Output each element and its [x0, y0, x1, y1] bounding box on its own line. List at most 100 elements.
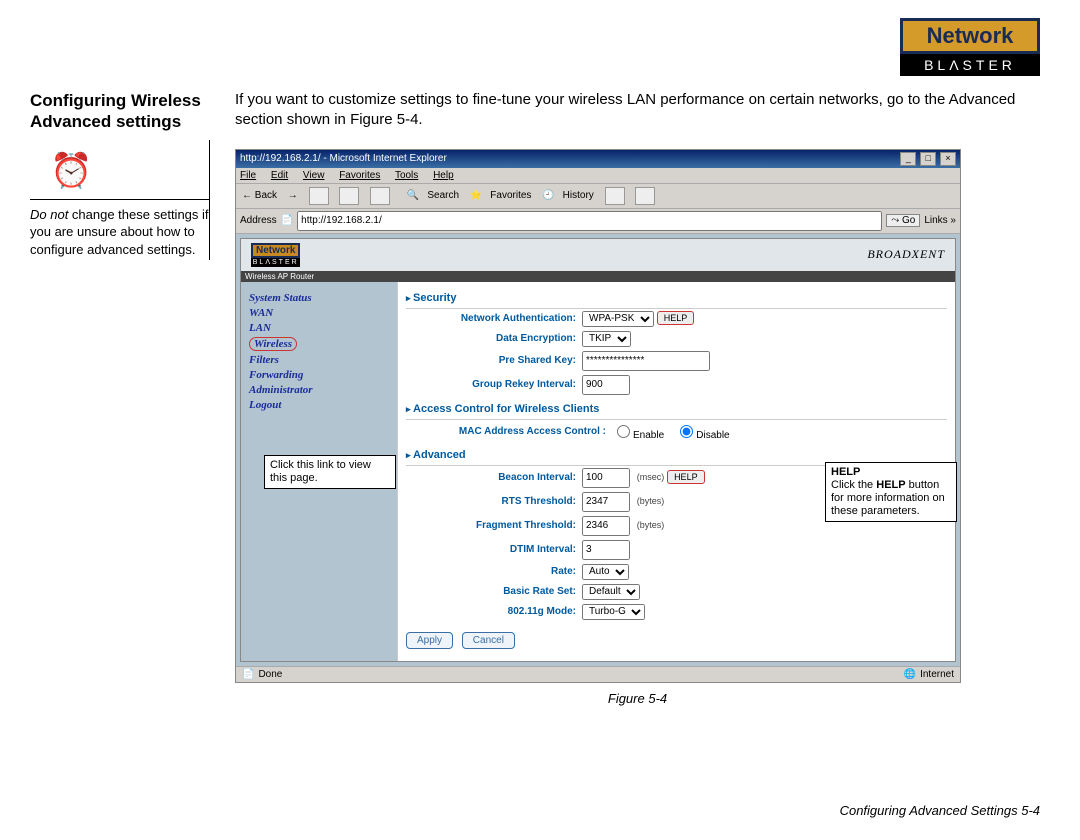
browser-content: Network BLΛSTER BROADXENT Wireless AP Ro…: [236, 234, 960, 666]
refresh-icon[interactable]: [339, 187, 359, 205]
apply-button[interactable]: Apply: [406, 632, 453, 649]
vendor-logo: BROADXENT: [867, 247, 945, 262]
links-button[interactable]: Links »: [924, 215, 956, 226]
browser-window: http://192.168.2.1/ - Microsoft Internet…: [235, 149, 961, 683]
router-header: Network BLΛSTER BROADXENT: [241, 239, 955, 271]
help-callout: HELP Click the HELP button for more info…: [825, 462, 957, 523]
divider: [30, 199, 210, 200]
mac-enable-radio[interactable]: [617, 425, 630, 438]
security-help-button[interactable]: HELP: [657, 311, 695, 325]
menu-help[interactable]: Help: [433, 170, 454, 181]
help-callout-title: HELP: [831, 466, 860, 478]
psk-label: Pre Shared Key:: [406, 355, 582, 366]
mode-select[interactable]: Turbo-G: [582, 604, 645, 620]
brs-select[interactable]: Default: [582, 584, 640, 600]
rekey-input[interactable]: [582, 375, 630, 395]
nav-forwarding[interactable]: Forwarding: [249, 369, 389, 381]
mode-label: 802.11g Mode:: [406, 606, 582, 617]
menu-favorites[interactable]: Favorites: [339, 170, 380, 181]
intro-paragraph: If you want to customize settings to fin…: [235, 90, 1040, 131]
titlebar: http://192.168.2.1/ - Microsoft Internet…: [236, 150, 960, 168]
home-icon[interactable]: [370, 187, 390, 205]
favorites-button[interactable]: Favorites: [490, 190, 531, 201]
go-button[interactable]: ⤳ Go: [886, 214, 920, 227]
beacon-label: Beacon Interval:: [406, 472, 582, 483]
history-button[interactable]: History: [563, 190, 594, 201]
dtim-label: DTIM Interval:: [406, 544, 582, 555]
menu-edit[interactable]: Edit: [271, 170, 288, 181]
mac-disable-label: Disable: [696, 430, 729, 441]
mac-disable-radio[interactable]: [680, 425, 693, 438]
address-bar: Address 📄 ⤳ Go Links »: [236, 209, 960, 234]
router-brand-top: Network: [251, 243, 300, 258]
nav-lan[interactable]: LAN: [249, 322, 389, 334]
status-right: Internet: [920, 669, 954, 680]
help-callout-word: HELP: [876, 479, 905, 491]
help-callout-prefix: Click the: [831, 479, 876, 491]
rekey-label: Group Rekey Interval:: [406, 379, 582, 390]
rate-select[interactable]: Auto: [582, 564, 629, 580]
stop-icon[interactable]: [309, 187, 329, 205]
status-left: Done: [258, 669, 282, 680]
beacon-input[interactable]: [582, 468, 630, 488]
toolbar: ← Back → 🔍Search ⭐Favorites 🕘History: [236, 183, 960, 209]
router-subheader: Wireless AP Router: [241, 271, 955, 282]
section-advanced: Advanced: [406, 449, 947, 461]
status-bar: 📄Done 🌐Internet: [236, 666, 960, 682]
mail-icon[interactable]: [605, 187, 625, 205]
forward-button[interactable]: →: [288, 190, 298, 201]
window-title: http://192.168.2.1/ - Microsoft Internet…: [240, 153, 447, 164]
brs-label: Basic Rate Set:: [406, 586, 582, 597]
nav-filters[interactable]: Filters: [249, 354, 389, 366]
divider-vertical: [208, 140, 210, 260]
router-brand-bottom: BLΛSTER: [251, 258, 300, 267]
frag-unit: (bytes): [637, 520, 665, 530]
auth-label: Network Authentication:: [406, 313, 582, 324]
mac-enable-label: Enable: [633, 430, 664, 441]
address-input[interactable]: [297, 211, 882, 231]
back-button[interactable]: ← Back: [242, 190, 277, 201]
nav-hint-callout: Click this link to view this page.: [264, 455, 396, 489]
menubar: File Edit View Favorites Tools Help: [236, 168, 960, 183]
beacon-unit: (msec): [637, 472, 665, 482]
rate-label: Rate:: [406, 566, 582, 577]
warning-text: Do not change these settings if you are …: [30, 206, 210, 259]
rts-unit: (bytes): [637, 496, 665, 506]
router-main: Security Network Authentication: WPA-PSK…: [397, 282, 955, 661]
minimize-button[interactable]: _: [900, 152, 916, 166]
auth-select[interactable]: WPA-PSK: [582, 311, 654, 327]
search-button[interactable]: Search: [427, 190, 459, 201]
nav-wireless[interactable]: Wireless: [249, 337, 297, 351]
frag-label: Fragment Threshold:: [406, 520, 582, 531]
section-heading: Configuring Wireless Advanced settings: [30, 90, 210, 133]
frag-input[interactable]: [582, 516, 630, 536]
rts-input[interactable]: [582, 492, 630, 512]
nav-administrator[interactable]: Administrator: [249, 384, 389, 396]
nav-system-status[interactable]: System Status: [249, 292, 389, 304]
advanced-help-button[interactable]: HELP: [667, 470, 705, 484]
figure-caption: Figure 5-4: [235, 691, 1040, 706]
psk-input[interactable]: [582, 351, 710, 371]
close-button[interactable]: ×: [940, 152, 956, 166]
dtim-input[interactable]: [582, 540, 630, 560]
print-icon[interactable]: [635, 187, 655, 205]
maximize-button[interactable]: □: [920, 152, 936, 166]
brand-bottom-text: BLΛSTER: [900, 54, 1040, 76]
section-acl: Access Control for Wireless Clients: [406, 403, 947, 415]
nav-logout[interactable]: Logout: [249, 399, 389, 411]
page-footer: Configuring Advanced Settings 5-4: [840, 803, 1040, 818]
warning-emphasis: Do not: [30, 207, 68, 222]
cancel-button[interactable]: Cancel: [462, 632, 515, 649]
brand-top-text: Network: [900, 18, 1040, 54]
menu-tools[interactable]: Tools: [395, 170, 418, 181]
window-controls: _ □ ×: [899, 152, 956, 166]
enc-label: Data Encryption:: [406, 333, 582, 344]
alarm-icon: ⏰: [50, 151, 210, 191]
rts-label: RTS Threshold:: [406, 496, 582, 507]
menu-view[interactable]: View: [303, 170, 325, 181]
address-label: Address: [240, 215, 277, 226]
enc-select[interactable]: TKIP: [582, 331, 631, 347]
menu-file[interactable]: File: [240, 170, 256, 181]
brand-logo: Network BLΛSTER: [900, 18, 1040, 76]
nav-wan[interactable]: WAN: [249, 307, 389, 319]
